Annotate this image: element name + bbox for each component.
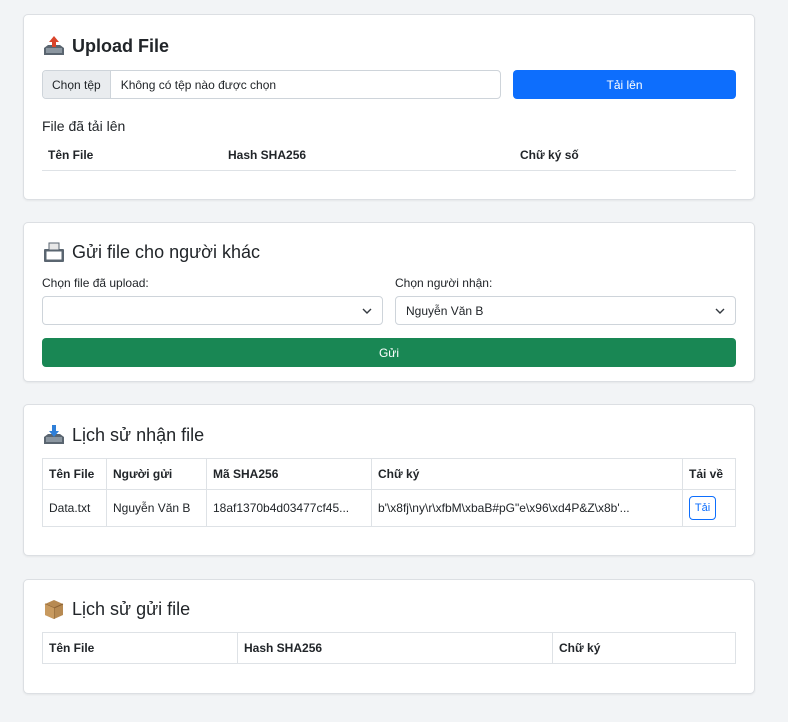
recipient-select[interactable]: Nguyễn Văn B (395, 296, 736, 325)
chevron-down-icon (362, 308, 372, 314)
upload-button[interactable]: Tải lên (513, 70, 736, 99)
sent-title-text: Lịch sử gửi file (72, 598, 191, 619)
sent-title: Lịch sử gửi file (42, 598, 736, 620)
received-table: Tên File Người gửi Mã SHA256 Chữ ký Tải … (42, 458, 736, 527)
send-card: Gửi file cho người khác Chọn file đã upl… (23, 222, 755, 382)
sent-card: Lịch sử gửi file Tên File Hash SHA256 Ch… (23, 579, 755, 694)
download-cell: Tải (682, 489, 736, 527)
package-icon (44, 600, 64, 619)
choose-file-button[interactable]: Chọn tệp (43, 71, 111, 98)
send-button[interactable]: Gửi (42, 338, 736, 367)
no-file-text: Không có tệp nào được chọn (120, 77, 277, 92)
inbox-tray-icon (44, 425, 64, 444)
sender-cell: Nguyễn Văn B (106, 489, 207, 527)
file-name-cell: Data.txt (42, 489, 107, 527)
column-header: Chữ ký số (514, 140, 736, 171)
uploaded-files-table: Tên File Hash SHA256 Chữ ký số (42, 140, 736, 171)
send-title: Gửi file cho người khác (42, 241, 736, 263)
upload-title: Upload File (42, 35, 736, 57)
sha-cell: 18af1370b4d03477cf45... (206, 489, 372, 527)
column-header: Chữ ký (371, 458, 683, 490)
download-button[interactable]: Tải (689, 496, 716, 520)
received-title: Lịch sử nhận file (42, 424, 736, 446)
table-row: Data.txt Nguyễn Văn B 18af1370b4d03477cf… (42, 489, 736, 527)
sent-table: Tên File Hash SHA256 Chữ ký (42, 632, 736, 664)
column-header: Người gửi (106, 458, 207, 490)
file-select-label: Chọn file đã upload: (42, 276, 149, 290)
uploaded-files-title: File đã tải lên (42, 118, 126, 134)
column-header: Tên File (42, 632, 238, 664)
column-header: Mã SHA256 (206, 458, 372, 490)
file-select[interactable] (42, 296, 383, 325)
chevron-down-icon (715, 308, 725, 314)
column-header: Chữ ký (552, 632, 736, 664)
received-title-text: Lịch sử nhận file (72, 424, 205, 445)
column-header: Tên File (42, 458, 107, 490)
column-header: Hash SHA256 (222, 140, 514, 171)
column-header: Hash SHA256 (237, 632, 553, 664)
outbox-tray-icon (44, 36, 64, 55)
send-title-text: Gửi file cho người khác (72, 241, 260, 262)
column-header: Tải về (682, 458, 736, 490)
upload-title-text: Upload File (72, 35, 170, 56)
fax-icon (44, 242, 64, 262)
column-header: Tên File (42, 140, 222, 171)
recipient-select-value: Nguyễn Văn B (406, 303, 484, 318)
signature-cell: b'\x8fj\ny\r\xfbM\xbaB#pG"e\x96\xd4P&Z\x… (371, 489, 683, 527)
received-card: Lịch sử nhận file Tên File Người gửi Mã … (23, 404, 755, 556)
upload-card: Upload File Chọn tệp Không có tệp nào đư… (23, 14, 755, 200)
file-input[interactable]: Chọn tệp Không có tệp nào được chọn (42, 70, 501, 99)
recipient-select-label: Chọn người nhận: (395, 276, 493, 290)
